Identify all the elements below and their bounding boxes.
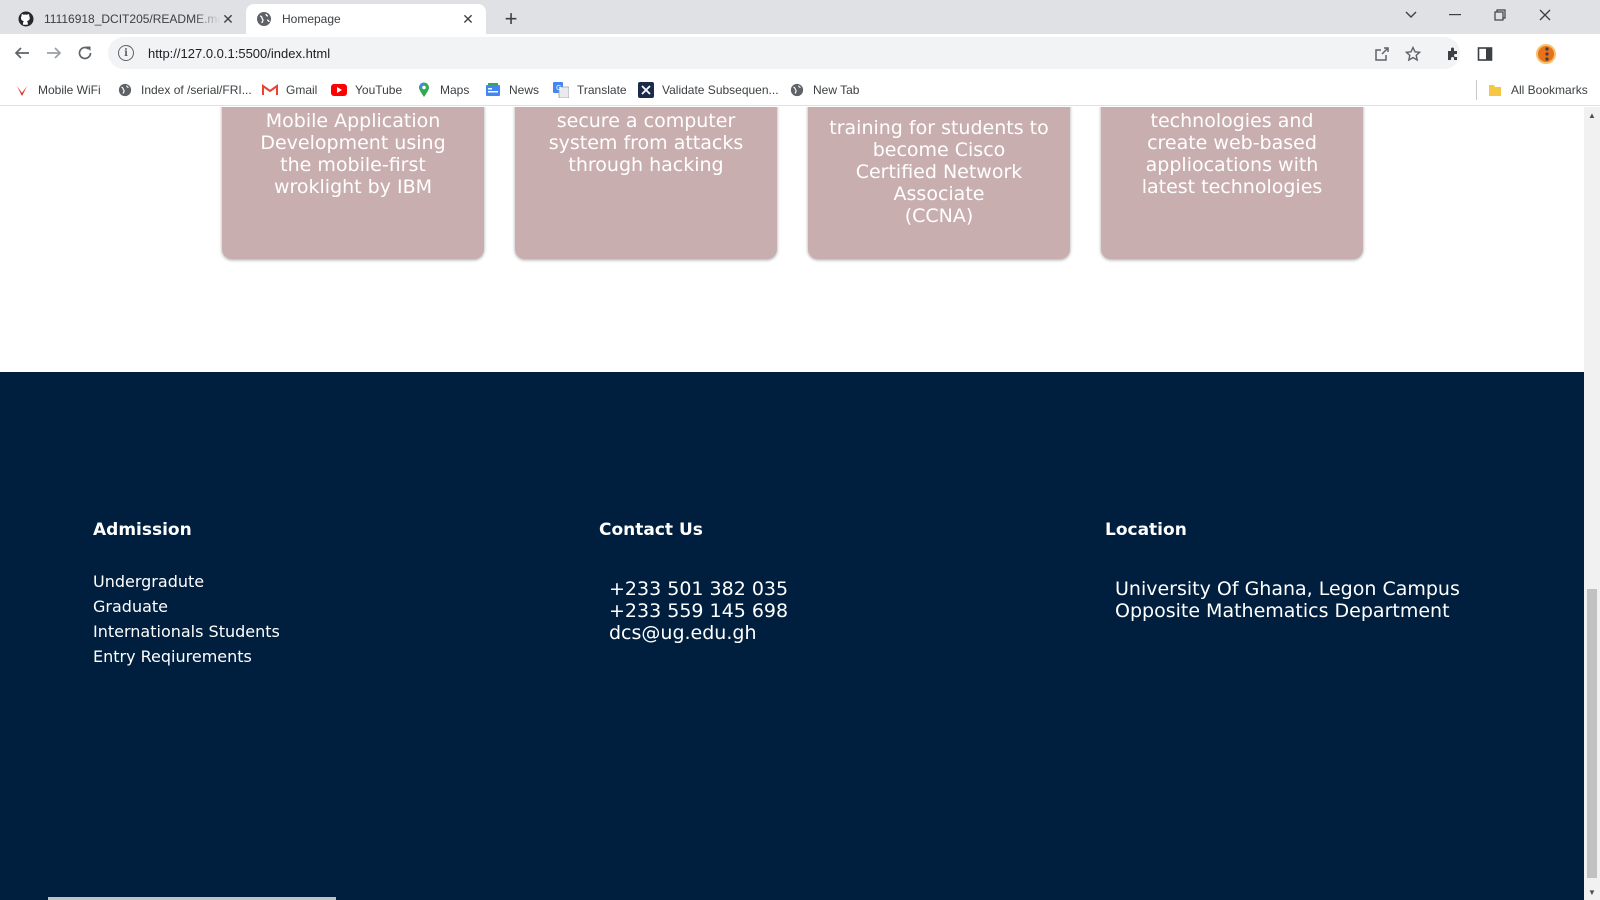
youtube-icon: [331, 82, 347, 98]
card-text: technologies and create web-based applio…: [1141, 110, 1323, 198]
site-footer: Admission Undergradute Graduate Internat…: [0, 372, 1584, 900]
course-card-security[interactable]: secure a computer system from attacks th…: [515, 107, 777, 259]
translate-icon: G: [553, 82, 569, 98]
validate-icon: [638, 82, 654, 98]
scroll-up-arrow[interactable]: ▲: [1584, 107, 1600, 123]
tab-search-icon[interactable]: [1388, 0, 1434, 30]
site-info-icon[interactable]: i: [118, 45, 134, 61]
reload-button[interactable]: [71, 39, 99, 67]
back-button[interactable]: [8, 39, 36, 67]
location-line-1: University Of Ghana, Legon Campus: [1115, 578, 1460, 600]
page-viewport: Mobile Application Development using the…: [0, 107, 1584, 900]
bookmark-label: Translate: [577, 83, 627, 97]
address-bar[interactable]: i http://127.0.0.1:5500/index.html: [108, 37, 1460, 69]
tab-strip: 11116918_DCIT205/README.md ✕ Homepage ✕ …: [0, 0, 1600, 34]
contact-phone-2: +233 559 145 698: [609, 600, 789, 622]
tab-readme[interactable]: 11116918_DCIT205/README.md ✕: [8, 4, 246, 34]
all-bookmarks-label: All Bookmarks: [1511, 83, 1588, 97]
news-icon: [485, 82, 501, 98]
github-icon: [18, 11, 34, 27]
bookmark-index-serial[interactable]: Index of /serial/FRI...: [117, 81, 252, 99]
link-graduate[interactable]: Graduate: [93, 594, 280, 619]
contact-phone-1: +233 501 382 035: [609, 578, 789, 600]
menu-icon[interactable]: [1536, 43, 1558, 65]
location-details: University Of Ghana, Legon Campus Opposi…: [1115, 578, 1460, 622]
bookmarks-bar: Mobile WiFi Index of /serial/FRI... Gmai…: [0, 72, 1600, 106]
bookmark-label: Index of /serial/FRI...: [141, 83, 252, 97]
gmail-icon: [262, 82, 278, 98]
bookmark-maps[interactable]: Maps: [416, 81, 469, 99]
scroll-down-arrow[interactable]: ▼: [1584, 884, 1600, 900]
location-heading: Location: [1105, 520, 1187, 540]
share-icon[interactable]: [1372, 44, 1392, 64]
all-bookmarks-folder[interactable]: All Bookmarks: [1487, 81, 1588, 99]
url-text: http://127.0.0.1:5500/index.html: [148, 45, 331, 61]
browser-toolbar: i http://127.0.0.1:5500/index.html: [0, 34, 1600, 72]
link-entry-requirements[interactable]: Entry Reqiurements: [93, 644, 280, 669]
bookmark-validate[interactable]: Validate Subsequen...: [638, 81, 779, 99]
bookmark-mobile-wifi[interactable]: Mobile WiFi: [14, 81, 101, 99]
link-undergraduate[interactable]: Undergradute: [93, 569, 280, 594]
extensions-icon[interactable]: [1442, 43, 1464, 65]
folder-icon: [1487, 82, 1503, 98]
bookmark-new-tab[interactable]: New Tab: [789, 81, 859, 99]
globe-icon: [789, 82, 805, 98]
side-panel-icon[interactable]: [1474, 43, 1496, 65]
forward-button[interactable]: [40, 39, 68, 67]
bookmark-gmail[interactable]: Gmail: [262, 81, 317, 99]
close-icon[interactable]: ✕: [220, 11, 236, 27]
scrollbar-thumb[interactable]: [1587, 589, 1597, 878]
bookmark-news[interactable]: News: [485, 81, 539, 99]
bookmark-translate[interactable]: G Translate: [553, 81, 627, 99]
globe-icon: [117, 82, 133, 98]
contact-email: dcs@ug.edu.gh: [609, 622, 757, 644]
globe-icon: [256, 11, 272, 27]
location-line-2: Opposite Mathematics Department: [1115, 600, 1450, 622]
bookmark-separator: [1476, 80, 1477, 100]
course-card-web[interactable]: technologies and create web-based applio…: [1101, 107, 1363, 259]
maps-icon: [416, 82, 432, 98]
tab-homepage[interactable]: Homepage ✕: [246, 4, 486, 34]
restore-button[interactable]: [1477, 0, 1523, 30]
close-window-button[interactable]: [1522, 0, 1568, 30]
card-text: training for students to become Cisco Ce…: [829, 117, 1049, 227]
card-text: secure a computer system from attacks th…: [548, 110, 744, 176]
contact-heading: Contact Us: [599, 520, 703, 540]
link-international-students[interactable]: Internationals Students: [93, 619, 280, 644]
card-text: Mobile Application Development using the…: [260, 110, 446, 198]
bookmark-label: Maps: [440, 83, 470, 97]
course-card-networking[interactable]: training for students to become Cisco Ce…: [808, 107, 1070, 259]
vertical-scrollbar[interactable]: ▲ ▼: [1584, 107, 1600, 900]
close-icon[interactable]: ✕: [460, 11, 476, 27]
bookmark-label: Mobile WiFi: [38, 83, 101, 97]
svg-text:G: G: [556, 84, 561, 92]
bookmark-label: Gmail: [286, 83, 318, 97]
minimize-button[interactable]: [1432, 0, 1478, 30]
new-tab-button[interactable]: +: [498, 6, 524, 32]
contact-details: +233 501 382 035 +233 559 145 698 dcs@ug…: [609, 578, 788, 644]
bookmark-label: Validate Subsequen...: [662, 83, 779, 97]
bookmark-star-icon[interactable]: [1403, 44, 1423, 64]
huawei-icon: [14, 82, 30, 98]
tab-title: 11116918_DCIT205/README.md: [44, 12, 220, 26]
course-card-mobile[interactable]: Mobile Application Development using the…: [222, 107, 484, 259]
bookmark-label: YouTube: [355, 83, 403, 97]
bookmark-youtube[interactable]: YouTube: [331, 81, 402, 99]
bookmark-label: News: [509, 83, 540, 97]
bookmark-label: New Tab: [813, 83, 860, 97]
admission-links: Undergradute Graduate Internationals Stu…: [93, 569, 280, 669]
admission-heading: Admission: [93, 520, 192, 540]
tab-title: Homepage: [282, 12, 341, 26]
